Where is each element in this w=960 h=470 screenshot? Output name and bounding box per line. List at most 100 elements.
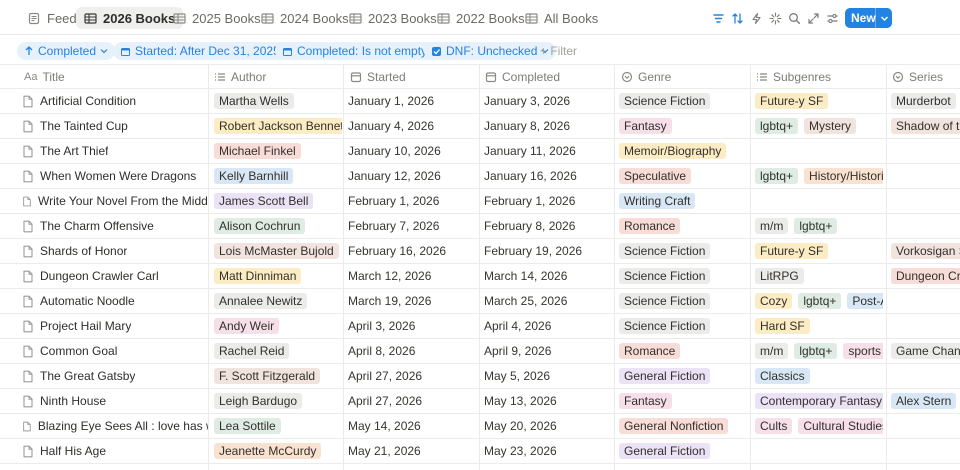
title-cell[interactable]: The Great Gatsby (22, 364, 208, 388)
author-cell[interactable]: F. Scott Fitzgerald (214, 364, 342, 388)
completed-cell[interactable]: February 19, 2026 (484, 239, 612, 263)
author-cell[interactable]: Andy Weir (214, 314, 342, 338)
column-header-series[interactable]: Series (888, 65, 943, 89)
tab-2025-books[interactable]: 2025 Books (173, 8, 261, 29)
started-cell[interactable]: January 10, 2026 (348, 139, 476, 163)
genre-cell[interactable]: Science Fiction (619, 239, 747, 263)
table-row[interactable]: Project Hail Mary Andy Weir April 3, 2026 A… (0, 314, 960, 339)
filter-started[interactable]: Started: After Dec 31, 2025 (113, 42, 299, 60)
subgenres-cell[interactable]: m/m lgbtq+ sports (755, 339, 883, 363)
title-cell[interactable]: Blazing Eye Sees All : love has won, fa (22, 414, 208, 438)
filter-completed-sort[interactable]: Completed (17, 42, 116, 60)
subgenres-cell[interactable]: Future-y SF (755, 89, 883, 113)
expand-icon[interactable] (805, 10, 821, 26)
series-cell[interactable]: Vorkosigan Sag (891, 239, 960, 263)
genre-cell[interactable]: General Fiction (619, 364, 747, 388)
author-cell[interactable]: Lois McMaster Bujold (214, 239, 342, 263)
tab-2024-books[interactable]: 2024 Books (261, 8, 349, 29)
genre-cell[interactable]: Speculative (619, 164, 747, 188)
genre-cell[interactable]: Science Fiction (619, 89, 747, 113)
completed-cell[interactable]: April 4, 2026 (484, 314, 612, 338)
tab-2023-books[interactable]: 2023 Books (349, 8, 437, 29)
table-row[interactable]: The Tainted Cup Robert Jackson Bennett Jan… (0, 114, 960, 139)
started-cell[interactable]: April 3, 2026 (348, 314, 476, 338)
completed-cell[interactable]: February 8, 2026 (484, 214, 612, 238)
series-cell[interactable]: Murderbot (891, 89, 960, 113)
automation-icon[interactable] (748, 10, 764, 26)
title-cell[interactable]: The Tainted Cup (22, 114, 208, 138)
completed-cell[interactable]: May 13, 2026 (484, 389, 612, 413)
subgenres-cell[interactable]: Future-y SF (755, 239, 883, 263)
started-cell[interactable]: February 1, 2026 (348, 189, 476, 213)
new-button[interactable]: New (845, 8, 892, 28)
subgenres-cell[interactable]: m/m lgbtq+ (755, 214, 883, 238)
subgenres-cell[interactable] (755, 439, 883, 463)
table-row[interactable]: The Great Gatsby F. Scott Fitzgerald April… (0, 364, 960, 389)
title-cell[interactable]: Project Hail Mary (22, 314, 208, 338)
series-cell[interactable]: Game Changer (891, 339, 960, 363)
author-cell[interactable]: Alison Cochrun (214, 214, 342, 238)
title-cell[interactable]: When Women Were Dragons (22, 164, 208, 188)
started-cell[interactable]: March 19, 2026 (348, 289, 476, 313)
started-cell[interactable]: February 16, 2026 (348, 239, 476, 263)
table-row[interactable]: The Art Thief Michael Finkel January 10, 2… (0, 139, 960, 164)
title-cell[interactable]: Automatic Noodle (22, 289, 208, 313)
series-cell[interactable] (891, 364, 960, 388)
completed-cell[interactable]: May 23, 2026 (484, 439, 612, 463)
column-header-genre[interactable]: Genre (617, 65, 671, 89)
started-cell[interactable]: January 1, 2026 (348, 89, 476, 113)
series-cell[interactable] (891, 189, 960, 213)
author-cell[interactable]: Kelly Barnhill (214, 164, 342, 188)
table-row[interactable]: When Women Were Dragons Kelly Barnhill Jan… (0, 164, 960, 189)
completed-cell[interactable]: February 1, 2026 (484, 189, 612, 213)
subgenres-cell[interactable]: Hard SF (755, 314, 883, 338)
started-cell[interactable]: January 4, 2026 (348, 114, 476, 138)
author-cell[interactable]: Lea Sottile (214, 414, 342, 438)
subgenres-cell[interactable]: Contemporary Fantasy (755, 389, 883, 413)
completed-cell[interactable]: January 3, 2026 (484, 89, 612, 113)
filter-completed[interactable]: Completed: Is not empty (275, 42, 447, 60)
table-row[interactable]: Common Goal Rachel Reid April 8, 2026 April… (0, 339, 960, 364)
table-row[interactable]: Automatic Noodle Annalee Newitz March 19, … (0, 289, 960, 314)
completed-cell[interactable]: January 8, 2026 (484, 114, 612, 138)
started-cell[interactable]: April 8, 2026 (348, 339, 476, 363)
completed-cell[interactable]: March 25, 2026 (484, 289, 612, 313)
series-cell[interactable]: Alex Stern (891, 389, 960, 413)
genre-cell[interactable]: Romance (619, 339, 747, 363)
completed-cell[interactable]: May 5, 2026 (484, 364, 612, 388)
filter-icon[interactable] (710, 10, 726, 26)
completed-cell[interactable]: January 11, 2026 (484, 139, 612, 163)
tab-2026-books[interactable]: 2026 Books (76, 7, 184, 29)
chevron-down-icon[interactable] (876, 14, 892, 23)
subgenres-cell[interactable]: LitRPG (755, 264, 883, 288)
genre-cell[interactable]: Writing Craft (619, 189, 747, 213)
series-cell[interactable] (891, 139, 960, 163)
subgenres-cell[interactable]: lgbtq+ Mystery (755, 114, 883, 138)
tab-2022-books[interactable]: 2022 Books (437, 8, 525, 29)
add-filter-button[interactable]: + Filter (538, 42, 579, 60)
filter-dnf[interactable]: DNF: Unchecked (424, 42, 557, 60)
settings-icon[interactable] (824, 10, 840, 26)
title-cell[interactable]: Dungeon Crawler Carl (22, 264, 208, 288)
subgenres-cell[interactable]: Cozy lgbtq+ Post-Apoca (755, 289, 883, 313)
genre-cell[interactable]: Romance (619, 214, 747, 238)
column-header-subgenres[interactable]: Subgenres (752, 65, 831, 89)
subgenres-cell[interactable]: lgbtq+ History/Historical (755, 164, 883, 188)
sort-icon[interactable] (729, 10, 745, 26)
started-cell[interactable]: January 12, 2026 (348, 164, 476, 188)
started-cell[interactable]: April 27, 2026 (348, 389, 476, 413)
table-row[interactable]: Write Your Novel From the Middle: A N Jam… (0, 189, 960, 214)
table-row[interactable]: Blazing Eye Sees All : love has won, fa L… (0, 414, 960, 439)
title-cell[interactable]: Half His Age (22, 439, 208, 463)
series-cell[interactable]: Dungeon Craw (891, 264, 960, 288)
series-cell[interactable] (891, 414, 960, 438)
author-cell[interactable]: Jeanette McCurdy (214, 439, 342, 463)
subgenres-cell[interactable] (755, 189, 883, 213)
table-row[interactable]: Artificial Condition Martha Wells January … (0, 89, 960, 114)
genre-cell[interactable]: General Nonfiction (619, 414, 747, 438)
genre-cell[interactable]: Science Fiction (619, 314, 747, 338)
genre-cell[interactable]: Science Fiction (619, 264, 747, 288)
series-cell[interactable] (891, 164, 960, 188)
title-cell[interactable]: Ninth House (22, 389, 208, 413)
genre-cell[interactable]: Fantasy (619, 389, 747, 413)
